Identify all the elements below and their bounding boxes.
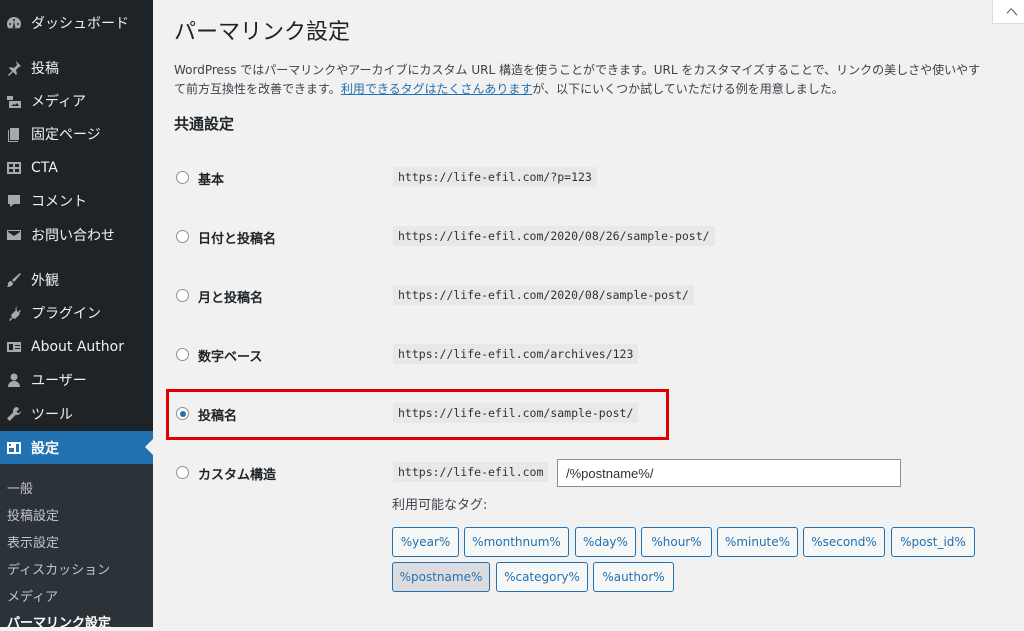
- description-line-1: WordPress ではパーマリンクやアーカイブにカスタム URL 構造を使うこ…: [174, 63, 981, 77]
- example-url: https://life-efil.com/2020/08/26/sample-…: [393, 226, 715, 246]
- description-text: が、以下にいくつか試していただける例を用意しました。: [532, 82, 844, 96]
- option-month-name[interactable]: 月と投稿名 https://life-efil.com/2020/08/samp…: [174, 282, 974, 312]
- menu-plugins[interactable]: プラグイン: [0, 297, 153, 329]
- wrench-icon: [5, 405, 23, 423]
- media-icon: [5, 92, 23, 110]
- option-label: 月と投稿名: [198, 291, 264, 306]
- menu-users[interactable]: ユーザー: [0, 364, 153, 396]
- user-icon: [5, 371, 23, 389]
- available-tags-label: 利用可能なタグ:: [392, 498, 488, 513]
- example-url: https://life-efil.com/?p=123: [393, 167, 597, 187]
- submenu-general[interactable]: 一般: [7, 478, 33, 497]
- page-description: WordPress ではパーマリンクやアーカイブにカスタム URL 構造を使うこ…: [174, 61, 1024, 99]
- option-numeric[interactable]: 数字ベース https://life-efil.com/archives/123: [174, 341, 974, 371]
- menu-label: お問い合わせ: [31, 228, 115, 244]
- menu-label: 固定ページ: [31, 127, 101, 143]
- menu-about-author[interactable]: About Author: [0, 331, 153, 363]
- menu-appearance[interactable]: 外観: [0, 264, 153, 296]
- menu-label: About Author: [31, 339, 124, 355]
- menu-pages[interactable]: 固定ページ: [0, 118, 153, 150]
- pin-icon: [5, 59, 23, 77]
- radio-button[interactable]: [176, 289, 189, 302]
- page-title: パーマリンク設定: [174, 20, 351, 45]
- option-label: 基本: [198, 173, 225, 188]
- tag-button-category[interactable]: %category%: [496, 562, 588, 592]
- radio-button[interactable]: [176, 348, 189, 361]
- available-tags-link[interactable]: 利用できるタグはたくさんあります: [341, 82, 533, 96]
- submenu-media[interactable]: メディア: [7, 586, 58, 605]
- radio-button[interactable]: [176, 230, 189, 243]
- menu-label: ダッシュボード: [31, 16, 129, 32]
- submenu-permalinks[interactable]: パーマリンク設定: [7, 612, 111, 631]
- brush-icon: [5, 271, 23, 289]
- submenu-reading[interactable]: 表示設定: [7, 532, 59, 551]
- id-card-icon: [5, 338, 23, 356]
- menu-media[interactable]: メディア: [0, 85, 153, 117]
- tag-button-second[interactable]: %second%: [803, 527, 885, 557]
- radio-button[interactable]: [176, 466, 189, 479]
- option-label: 数字ベース: [198, 350, 263, 365]
- admin-sidebar: ダッシュボード 投稿 メディア 固定ページ CTA コメント お問い合わせ 外観…: [0, 0, 153, 631]
- menu-label: 投稿: [31, 61, 59, 77]
- submenu-writing[interactable]: 投稿設定: [7, 505, 59, 524]
- mail-icon: [5, 226, 23, 244]
- menu-label: ツール: [31, 407, 73, 423]
- menu-cta[interactable]: CTA: [0, 152, 153, 184]
- custom-base-url: https://life-efil.com: [393, 462, 549, 482]
- submenu-discussion[interactable]: ディスカッション: [7, 559, 110, 578]
- option-label: 日付と投稿名: [198, 232, 277, 247]
- comment-icon: [5, 192, 23, 210]
- option-day-name[interactable]: 日付と投稿名 https://life-efil.com/2020/08/26/…: [174, 223, 974, 253]
- menu-label: プラグイン: [31, 306, 101, 322]
- menu-comments[interactable]: コメント: [0, 185, 153, 217]
- menu-label: 設定: [31, 440, 59, 457]
- description-line-2: て前方互換性を改善できます。利用できるタグはたくさんありますが、以下にいくつか試…: [174, 80, 1024, 99]
- section-title: 共通設定: [174, 115, 235, 133]
- custom-structure-input[interactable]: [557, 459, 901, 487]
- description-text: て前方互換性を改善できます。: [174, 82, 341, 96]
- option-plain[interactable]: 基本 https://life-efil.com/?p=123: [174, 164, 974, 194]
- example-url: https://life-efil.com/archives/123: [393, 344, 639, 364]
- menu-label: CTA: [31, 160, 58, 176]
- menu-posts[interactable]: 投稿: [0, 52, 153, 84]
- radio-button[interactable]: [176, 171, 189, 184]
- table-icon: [5, 159, 23, 177]
- menu-settings[interactable]: 設定: [0, 431, 153, 464]
- tag-button-day[interactable]: %day%: [575, 527, 636, 557]
- tag-button-post-id[interactable]: %post_id%: [891, 527, 975, 557]
- example-url: https://life-efil.com/2020/08/sample-pos…: [393, 285, 694, 305]
- tag-button-minute[interactable]: %minute%: [717, 527, 798, 557]
- tag-button-postname[interactable]: %postname%: [392, 562, 490, 592]
- tag-button-author[interactable]: %author%: [593, 562, 674, 592]
- settings-icon: [5, 439, 23, 457]
- tag-button-year[interactable]: %year%: [392, 527, 459, 557]
- menu-label: コメント: [31, 194, 87, 210]
- menu-dashboard[interactable]: ダッシュボード: [0, 7, 153, 39]
- menu-contact[interactable]: お問い合わせ: [0, 219, 153, 251]
- plugin-icon: [5, 304, 23, 322]
- menu-label: 外観: [31, 273, 59, 289]
- menu-label: ユーザー: [31, 373, 87, 389]
- tag-button-monthnum[interactable]: %monthnum%: [464, 527, 569, 557]
- tag-button-hour[interactable]: %hour%: [641, 527, 712, 557]
- dashboard-icon: [5, 14, 23, 32]
- settings-submenu: 一般 投稿設定 表示設定 ディスカッション メディア パーマリンク設定: [0, 464, 153, 631]
- option-label: カスタム構造: [198, 468, 277, 483]
- menu-tools[interactable]: ツール: [0, 398, 153, 430]
- menu-label: メディア: [31, 94, 87, 110]
- page-icon: [5, 125, 23, 143]
- highlight-annotation-box: [166, 389, 669, 440]
